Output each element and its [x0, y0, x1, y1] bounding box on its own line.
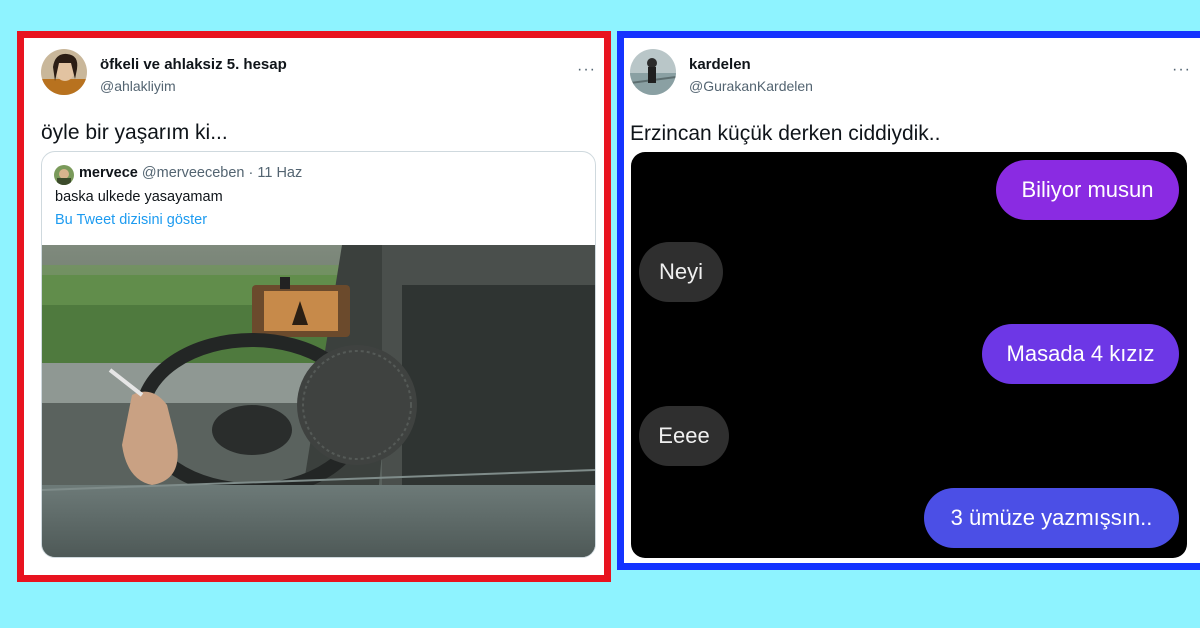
chat-bubble-incoming: Neyi: [639, 242, 723, 302]
quote-date[interactable]: 11 Haz: [257, 165, 302, 181]
chat-bubble-outgoing: 3 ümüze yazmışsın..: [924, 488, 1179, 548]
display-name[interactable]: öfkeli ve ahlaksiz 5. hesap: [100, 56, 287, 73]
show-thread-link[interactable]: Bu Tweet dizisini göster: [55, 212, 207, 228]
left-tweet-card: öfkeli ve ahlaksiz 5. hesap @ahlakliyim …: [17, 31, 611, 582]
avatar[interactable]: [41, 49, 87, 95]
tweet-text: öyle bir yaşarım ki...: [41, 121, 228, 144]
quoted-tweet[interactable]: mervece @merveeceben · 11 Haz baska ulke…: [41, 151, 596, 558]
user-handle[interactable]: @GurakanKardelen: [689, 78, 813, 94]
chat-bubble-incoming: Eeee: [639, 406, 729, 466]
quote-avatar[interactable]: [54, 165, 74, 185]
quote-handle[interactable]: @merveeceben: [142, 165, 245, 181]
chat-bubble-outgoing: Masada 4 kızız: [982, 324, 1179, 384]
tweet-text: Erzincan küçük derken ciddiydik..: [630, 122, 941, 145]
display-name[interactable]: kardelen: [689, 56, 751, 73]
more-options-icon[interactable]: ···: [577, 62, 596, 78]
right-tweet-card: kardelen @GurakanKardelen ··· Erzincan k…: [617, 31, 1200, 570]
car-driver-photo[interactable]: [42, 245, 595, 557]
avatar[interactable]: [630, 49, 676, 95]
quote-text: baska ulkede yasayamam: [55, 189, 223, 205]
user-handle[interactable]: @ahlakliyim: [100, 78, 176, 94]
chat-bubble-outgoing: Biliyor musun: [996, 160, 1179, 220]
quote-header: mervece @merveeceben · 11 Haz: [79, 165, 302, 181]
more-options-icon[interactable]: ···: [1172, 62, 1191, 78]
chat-screenshot[interactable]: Biliyor musun Neyi Masada 4 kızız Eeee 3…: [631, 152, 1187, 558]
separator: ·: [244, 165, 258, 181]
quote-display-name[interactable]: mervece: [79, 165, 138, 181]
